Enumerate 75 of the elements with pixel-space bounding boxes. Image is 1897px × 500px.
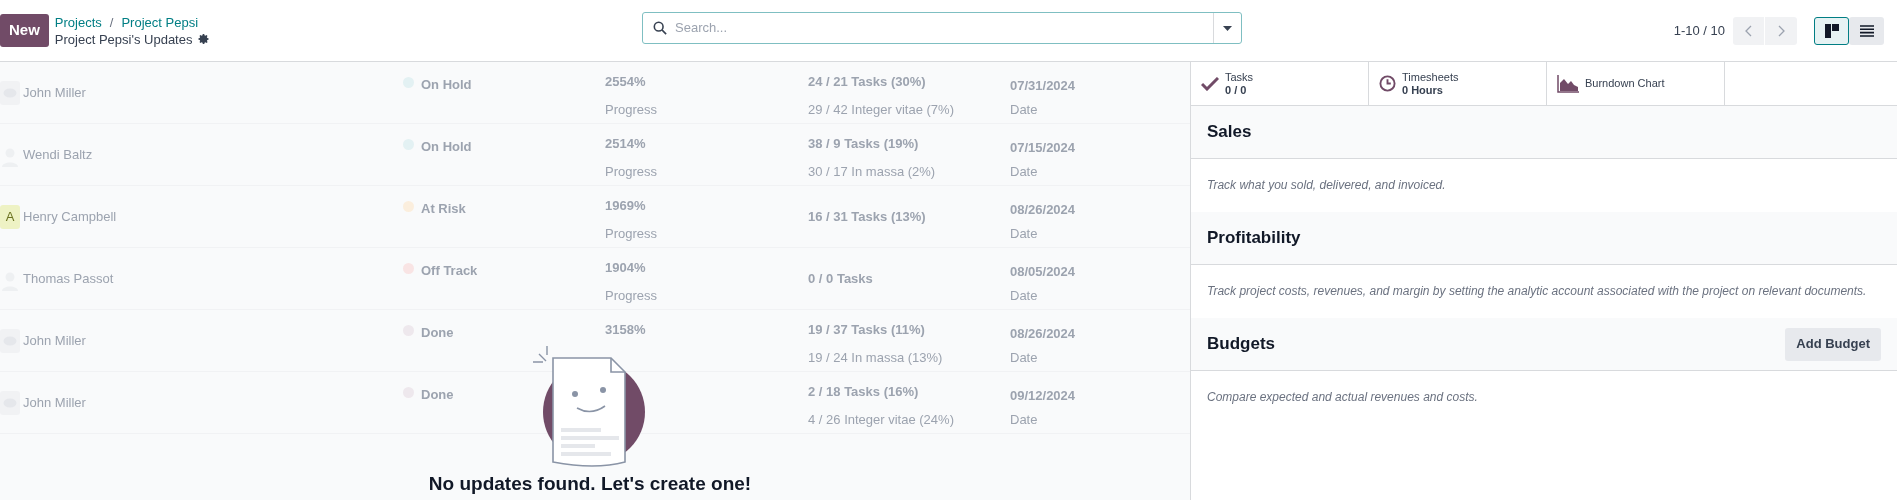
date-label: Date [1010, 100, 1039, 119]
progress-value: 1969% [605, 197, 647, 215]
progress-value: 2554% [605, 73, 647, 91]
tasks-count: 38 / 9 Tasks (19%) [808, 135, 920, 153]
burndown-stat-button[interactable]: Burndown Chart [1547, 62, 1725, 105]
clock-icon [1379, 75, 1396, 92]
person-name: John Miller [23, 331, 86, 350]
caret-icon[interactable] [1223, 25, 1232, 31]
progress-label: Progress [605, 224, 659, 243]
date-value: 07/15/2024 [1010, 139, 1076, 157]
tasks-count: 24 / 21 Tasks (30%) [808, 73, 927, 91]
tasks-count: 2 / 18 Tasks (16%) [808, 383, 920, 401]
search-icon [653, 21, 667, 35]
breadcrumb-separator: / [109, 13, 114, 31]
pager-text: 1-10 / 10 [1673, 21, 1725, 40]
status-label: On Hold [421, 76, 472, 94]
date-value: 08/26/2024 [1010, 325, 1076, 343]
search-input[interactable]: Search... [675, 18, 1213, 38]
chevron-left-icon [1744, 24, 1753, 37]
progress-value: 3158% [605, 321, 647, 339]
checkmark-icon [1201, 76, 1219, 91]
empty-state-message: No updates found. Let's create one! [428, 472, 752, 496]
date-label: Date [1010, 224, 1039, 243]
milestone-count: 19 / 24 In massa (13%) [808, 348, 944, 367]
date-value: 07/31/2024 [1010, 77, 1076, 95]
milestone-count: 29 / 42 Integer vitae (7%) [808, 100, 955, 119]
progress-value: 1904% [605, 259, 647, 277]
tasks-count: 16 / 31 Tasks (13%) [808, 207, 927, 226]
date-value: 08/26/2024 [1010, 201, 1076, 219]
person-name: Thomas Passot [23, 269, 114, 288]
status-label: Done [421, 386, 454, 404]
milestone-count: 30 / 17 In massa (2%) [808, 162, 937, 181]
breadcrumb-link[interactable]: Project Pepsi [121, 13, 199, 31]
tasks-count: 0 / 0 Tasks [808, 269, 874, 288]
progress-value: 2514% [605, 135, 647, 153]
status-label: Done [421, 324, 454, 342]
status-label: At Risk [421, 200, 466, 218]
date-label: Date [1010, 286, 1039, 305]
kanban-view-button[interactable] [1814, 16, 1849, 45]
kanban-icon [1824, 23, 1839, 38]
page-title: Project Pepsi's Updates [54, 30, 193, 48]
person-name: John Miller [23, 393, 86, 412]
search-field[interactable]: Search... [642, 12, 1242, 44]
person-name: Wendi Baltz [23, 145, 93, 164]
section-description: Compare expected and actual revenues and costs. [1207, 389, 1479, 406]
progress-label: Progress [605, 162, 659, 181]
milestone-count: 4 / 26 Integer vitae (24%) [808, 410, 955, 429]
progress-label: Progress [605, 286, 659, 305]
section-description: Track project costs, revenues, and margin by setting the analytic account associated with the project on relevant documents. [1207, 283, 1868, 300]
progress-label: Progress [605, 100, 659, 119]
timesheets-stat-button[interactable]: Timesheets 0 Hours [1369, 62, 1547, 105]
tasks-stat-button[interactable]: Tasks 0 / 0 [1191, 62, 1369, 105]
tasks-count: 19 / 37 Tasks (11%) [808, 321, 926, 339]
breadcrumb-link[interactable]: Projects [54, 13, 102, 31]
add-budget-button[interactable]: Add Budget [1785, 327, 1881, 361]
person-name: John Miller [23, 83, 86, 102]
section-title: Profitability [1207, 227, 1301, 250]
date-label: Date [1010, 410, 1039, 429]
list-icon [1859, 24, 1874, 37]
date-label: Date [1010, 348, 1039, 367]
date-value: 08/05/2024 [1010, 263, 1076, 281]
date-label: Date [1010, 162, 1039, 181]
status-label: On Hold [421, 138, 472, 156]
area-chart-icon [1557, 74, 1579, 93]
avatar: A [0, 204, 20, 229]
new-button[interactable]: New [0, 14, 49, 47]
status-label: Off Track [421, 262, 478, 280]
list-view-button[interactable] [1849, 16, 1884, 45]
section-description: Track what you sold, delivered, and invoiced. [1207, 177, 1447, 194]
chevron-right-icon [1776, 24, 1786, 37]
section-title: Sales [1207, 121, 1252, 144]
date-value: 09/12/2024 [1010, 387, 1076, 405]
gear-icon[interactable] [198, 33, 211, 45]
section-title: Budgets [1207, 333, 1275, 356]
person-name: Henry Campbell [23, 207, 117, 226]
